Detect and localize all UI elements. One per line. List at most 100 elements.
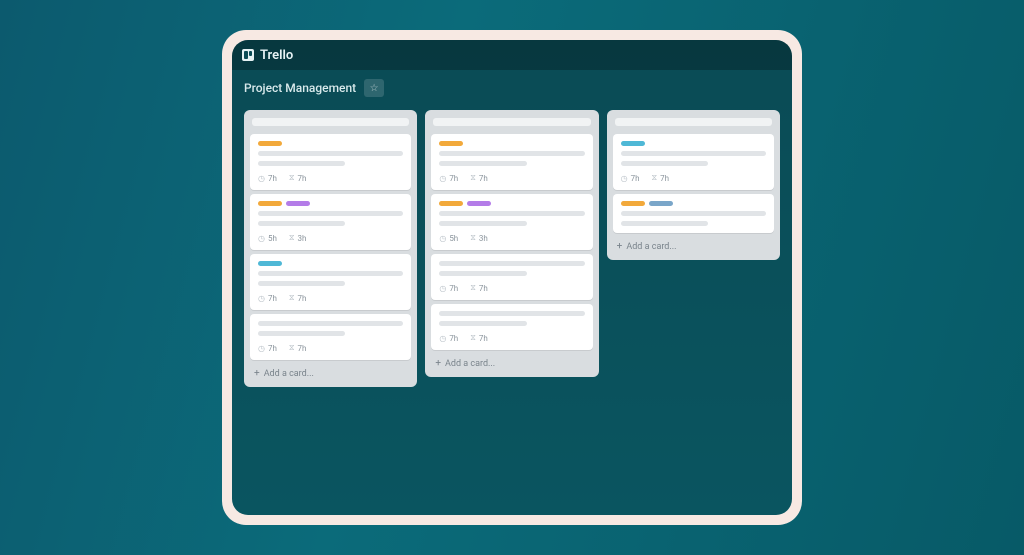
label-orange xyxy=(621,201,645,206)
hourglass-icon: ⧖ xyxy=(289,233,295,243)
board-body: ◷7h ⧖7h ◷5h ⧖3h xyxy=(232,106,792,515)
card-text-line xyxy=(439,161,526,166)
hourglass-icon: ⧖ xyxy=(470,233,476,243)
add-card-button[interactable]: + Add a card... xyxy=(431,354,592,371)
card-text-line xyxy=(258,161,345,166)
meta-clock: ◷7h xyxy=(439,174,458,183)
clock-icon: ◷ xyxy=(258,344,265,353)
card-meta: ◷7h ⧖7h xyxy=(258,293,403,303)
meta-hourglass: ⧖7h xyxy=(470,283,488,293)
hourglass-icon: ⧖ xyxy=(470,283,476,293)
star-icon: ☆ xyxy=(370,83,379,94)
hourglass-icon: ⧖ xyxy=(652,173,658,183)
card[interactable]: ◷7h ⧖7h xyxy=(431,254,592,300)
card-text-line xyxy=(439,261,584,266)
card[interactable] xyxy=(613,194,774,233)
card-labels xyxy=(258,141,403,146)
add-card-button[interactable]: + Add a card... xyxy=(250,364,411,381)
meta-hourglass: ⧖7h xyxy=(652,173,670,183)
app-title: Trello xyxy=(260,48,293,63)
card-text-line xyxy=(258,271,403,276)
label-orange xyxy=(258,141,282,146)
meta-clock: ◷7h xyxy=(258,294,277,303)
label-blue xyxy=(258,261,282,266)
meta-clock: ◷5h xyxy=(439,234,458,243)
card[interactable]: ◷7h ⧖7h xyxy=(431,304,592,350)
card-text-line xyxy=(258,221,345,226)
list-title-placeholder[interactable] xyxy=(252,118,409,126)
card-labels xyxy=(439,141,584,146)
card-text-line xyxy=(258,321,403,326)
card-text-line xyxy=(439,321,526,326)
plus-icon: + xyxy=(254,368,260,379)
card-labels xyxy=(621,201,766,206)
card-labels xyxy=(439,201,584,206)
card[interactable]: ◷5h ⧖3h xyxy=(250,194,411,250)
clock-icon: ◷ xyxy=(439,174,446,183)
board-title: Project Management xyxy=(244,81,356,95)
card[interactable]: ◷7h ⧖7h xyxy=(431,134,592,190)
card-text-line xyxy=(439,271,526,276)
label-bluegray xyxy=(649,201,673,206)
card[interactable]: ◷7h ⧖7h xyxy=(250,314,411,360)
meta-hourglass: ⧖3h xyxy=(470,233,488,243)
meta-clock: ◷7h xyxy=(258,174,277,183)
board-header: Project Management ☆ xyxy=(232,70,792,106)
meta-hourglass: ⧖7h xyxy=(470,333,488,343)
meta-clock: ◷5h xyxy=(258,234,277,243)
card-text-line xyxy=(621,221,708,226)
clock-icon: ◷ xyxy=(621,174,628,183)
card-meta: ◷5h ⧖3h xyxy=(439,233,584,243)
card-meta: ◷7h ⧖7h xyxy=(621,173,766,183)
add-card-button[interactable]: + Add a card... xyxy=(613,237,774,254)
label-orange xyxy=(258,201,282,206)
label-purple xyxy=(286,201,310,206)
label-purple xyxy=(467,201,491,206)
star-button[interactable]: ☆ xyxy=(364,79,384,97)
meta-clock: ◷7h xyxy=(258,344,277,353)
label-orange xyxy=(439,201,463,206)
hourglass-icon: ⧖ xyxy=(470,173,476,183)
card-text-line xyxy=(258,211,403,216)
clock-icon: ◷ xyxy=(258,294,265,303)
list-title-placeholder[interactable] xyxy=(433,118,590,126)
hourglass-icon: ⧖ xyxy=(289,293,295,303)
app-header: Trello xyxy=(232,40,792,70)
meta-clock: ◷7h xyxy=(621,174,640,183)
add-card-label: Add a card... xyxy=(264,369,314,379)
device-frame: Trello Project Management ☆ ◷7h xyxy=(222,30,802,525)
meta-clock: ◷7h xyxy=(439,334,458,343)
meta-hourglass: ⧖7h xyxy=(470,173,488,183)
add-card-label: Add a card... xyxy=(626,242,676,252)
hourglass-icon: ⧖ xyxy=(470,333,476,343)
label-orange xyxy=(439,141,463,146)
card[interactable]: ◷7h ⧖7h xyxy=(613,134,774,190)
plus-icon: + xyxy=(435,358,441,369)
card-text-line xyxy=(439,311,584,316)
card-meta: ◷7h ⧖7h xyxy=(439,173,584,183)
card-labels xyxy=(258,261,403,266)
meta-hourglass: ⧖7h xyxy=(289,173,307,183)
plus-icon: + xyxy=(617,241,623,252)
meta-hourglass: ⧖7h xyxy=(289,293,307,303)
card-text-line xyxy=(258,151,403,156)
trello-logo-icon xyxy=(242,49,254,61)
card-labels xyxy=(258,201,403,206)
card-text-line xyxy=(439,221,526,226)
card-text-line xyxy=(439,211,584,216)
card-labels xyxy=(621,141,766,146)
card-text-line xyxy=(621,211,766,216)
clock-icon: ◷ xyxy=(258,234,265,243)
card-meta: ◷7h ⧖7h xyxy=(258,173,403,183)
label-blue xyxy=(621,141,645,146)
card-meta: ◷7h ⧖7h xyxy=(439,333,584,343)
card-text-line xyxy=(621,151,766,156)
meta-clock: ◷7h xyxy=(439,284,458,293)
card[interactable]: ◷5h ⧖3h xyxy=(431,194,592,250)
list-title-placeholder[interactable] xyxy=(615,118,772,126)
hourglass-icon: ⧖ xyxy=(289,173,295,183)
card[interactable]: ◷7h ⧖7h xyxy=(250,134,411,190)
card[interactable]: ◷7h ⧖7h xyxy=(250,254,411,310)
card-meta: ◷7h ⧖7h xyxy=(258,343,403,353)
card-text-line xyxy=(258,331,345,336)
